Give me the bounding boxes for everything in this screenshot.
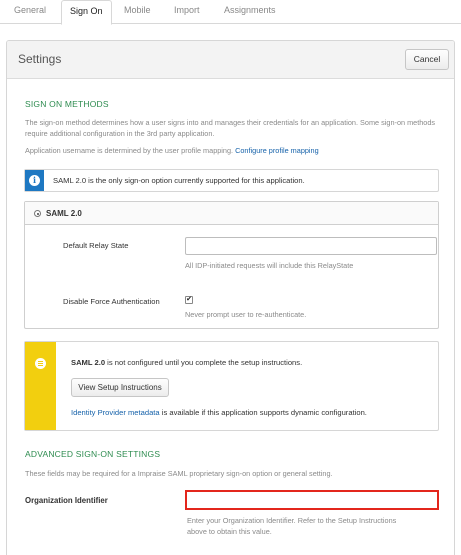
force-auth-hint: Never prompt user to re-authenticate.: [185, 310, 307, 319]
info-banner: i SAML 2.0 is the only sign-on option cu…: [24, 169, 439, 192]
organization-identifier-hint-1: Enter your Organization Identifier. Refe…: [187, 516, 397, 525]
sign-on-methods-description: The sign-on method determines how a user…: [25, 118, 436, 138]
saml-radio-button[interactable]: [34, 210, 41, 217]
tab-bar: General Sign On Mobile Import Assignment…: [0, 0, 461, 25]
tab-import[interactable]: Import: [174, 5, 200, 24]
organization-identifier-hint-2: above to obtain this value.: [187, 527, 272, 536]
tab-sign-on[interactable]: Sign On: [61, 0, 112, 25]
organization-identifier-input[interactable]: [185, 490, 439, 510]
panel-title: Settings: [18, 52, 62, 66]
metadata-text: Identity Provider metadata is available …: [71, 408, 367, 417]
sign-on-methods-heading: SIGN ON METHODS: [25, 99, 109, 109]
setup-notice-text: SAML 2.0 is not configured until you com…: [71, 358, 302, 367]
relay-state-input[interactable]: [185, 237, 437, 255]
force-auth-label: Disable Force Authentication: [63, 297, 160, 306]
force-auth-checkbox[interactable]: ✔: [185, 296, 193, 304]
settings-panel: Settings Cancel SIGN ON METHODS The sign…: [6, 40, 455, 555]
advanced-settings-heading: ADVANCED SIGN-ON SETTINGS: [25, 449, 161, 459]
saml-option-box: SAML 2.0 Default Relay State All IDP-ini…: [24, 201, 439, 329]
cancel-button[interactable]: Cancel: [405, 49, 449, 70]
info-icon: i: [29, 175, 40, 186]
tab-assignments[interactable]: Assignments: [224, 5, 276, 24]
list-icon: [35, 358, 46, 369]
view-setup-instructions-button[interactable]: View Setup Instructions: [71, 378, 169, 397]
username-mapping-label: Application username is determined by th…: [25, 146, 234, 155]
setup-notice-bold: SAML 2.0: [71, 358, 106, 367]
relay-state-hint: All IDP-initiated requests will include …: [185, 261, 354, 270]
username-mapping-text: Application username is determined by th…: [25, 145, 439, 156]
saml-option-header[interactable]: SAML 2.0: [25, 202, 438, 225]
info-banner-text: SAML 2.0 is the only sign-on option curr…: [53, 176, 305, 185]
setup-notice-stripe: [25, 342, 56, 430]
tab-mobile[interactable]: Mobile: [124, 5, 151, 24]
configure-profile-mapping-link[interactable]: Configure profile mapping: [235, 146, 319, 155]
advanced-settings-description: These fields may be required for a Impra…: [25, 469, 333, 478]
saml-option-label: SAML 2.0: [46, 209, 82, 218]
info-stripe: i: [25, 170, 44, 191]
organization-identifier-label: Organization Identifier: [25, 496, 108, 505]
setup-notice-message: is not configured until you complete the…: [105, 358, 303, 367]
panel-header: Settings Cancel: [7, 41, 454, 79]
identity-provider-metadata-link[interactable]: Identity Provider metadata: [71, 408, 160, 417]
setup-notice: SAML 2.0 is not configured until you com…: [24, 341, 439, 431]
metadata-message: is available if this application support…: [159, 408, 367, 417]
relay-state-label: Default Relay State: [63, 241, 129, 250]
tab-general[interactable]: General: [14, 5, 46, 24]
